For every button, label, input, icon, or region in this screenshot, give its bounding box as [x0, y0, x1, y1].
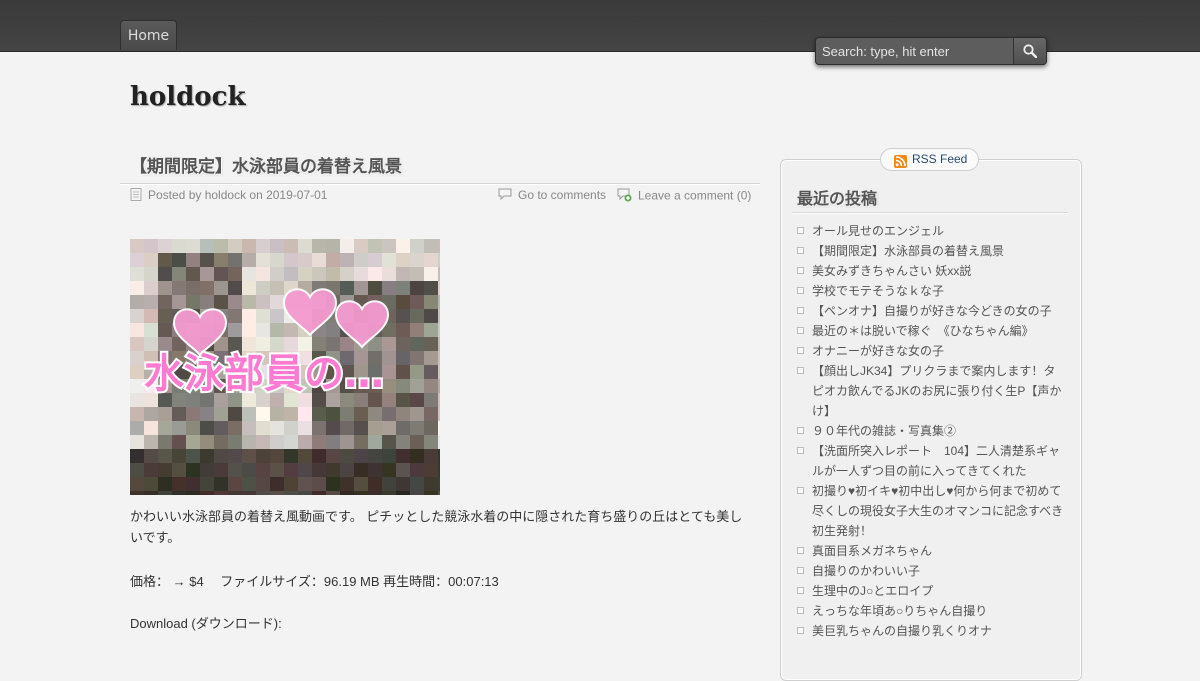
- post-meta-author: Posted by holdock on 2019-07-01: [130, 188, 327, 204]
- leave-comment-link[interactable]: Leave a comment (0): [617, 188, 751, 205]
- list-bullet-icon: [797, 227, 804, 234]
- list-bullet-icon: [797, 267, 804, 274]
- recent-post-link[interactable]: 【洗面所突入レポート 104】二人清楚系ギャルが一人ずつ目の前に入ってきてくれた: [812, 444, 1060, 478]
- recent-post-item[interactable]: オール見せのエンジェル: [797, 221, 1067, 241]
- rss-feed-label[interactable]: RSS Feed: [912, 149, 967, 170]
- site-title[interactable]: holdock: [130, 82, 246, 112]
- recent-post-link[interactable]: 美巨乳ちゃんの自撮り乳くりオナ: [812, 624, 992, 638]
- recent-post-link[interactable]: オナニーが好きな女の子: [812, 344, 944, 358]
- nav-home-tab[interactable]: Home: [120, 20, 177, 50]
- add-comment-icon: [617, 188, 632, 205]
- list-bullet-icon: [797, 487, 804, 494]
- recent-post-link[interactable]: 初撮り♥初イキ♥初中出し♥何から何まで初めて尽くしの現役女子大生のオマンコに記念…: [812, 484, 1063, 538]
- list-bullet-icon: [797, 567, 804, 574]
- recent-post-link[interactable]: 【期間限定】水泳部員の着替え風景: [812, 244, 1004, 258]
- recent-post-item[interactable]: ９０年代の雑誌・写真集②: [797, 421, 1067, 441]
- list-bullet-icon: [797, 447, 804, 454]
- recent-post-link[interactable]: オール見せのエンジェル: [812, 224, 944, 238]
- leave-comment-label[interactable]: Leave a comment (0): [638, 189, 751, 203]
- search-button[interactable]: [1013, 38, 1046, 64]
- recent-post-item[interactable]: 美女みずきちゃんさい 妖xx説: [797, 261, 1067, 281]
- recent-post-link[interactable]: 学校でモテそうなｋな子: [812, 284, 944, 298]
- thumbnail-caption: 水泳部員の…: [144, 351, 384, 397]
- recent-post-item[interactable]: 学校でモテそうなｋな子: [797, 281, 1067, 301]
- search-input[interactable]: [816, 38, 1014, 64]
- recent-post-link[interactable]: 最近の＊は脱いで稼ぐ 《ひなちゃん編》: [812, 324, 1034, 338]
- post-title[interactable]: 【期間限定】水泳部員の着替え風景: [130, 152, 402, 177]
- recent-post-item[interactable]: 生理中のJ○とエロイプ: [797, 581, 1067, 601]
- recent-post-link[interactable]: 自撮りのかわいい子: [812, 564, 920, 578]
- widget-divider: [792, 212, 1068, 214]
- list-bullet-icon: [797, 327, 804, 334]
- recent-post-link[interactable]: 生理中のJ○とエロイプ: [812, 584, 933, 598]
- rss-icon: [894, 154, 907, 175]
- recent-post-link[interactable]: 【ペンオナ】自撮りが好きな今どきの女の子: [812, 304, 1052, 318]
- recent-posts-title: 最近の投稿: [797, 189, 878, 208]
- recent-post-link[interactable]: ９０年代の雑誌・写真集②: [812, 424, 956, 438]
- list-bullet-icon: [797, 347, 804, 354]
- recent-post-link[interactable]: 真面目系メガネちゃん: [812, 544, 932, 558]
- recent-post-item[interactable]: オナニーが好きな女の子: [797, 341, 1067, 361]
- go-to-comments-link[interactable]: Go to comments: [498, 188, 606, 203]
- recent-post-item[interactable]: 美巨乳ちゃんの自撮り乳くりオナ: [797, 621, 1067, 641]
- list-bullet-icon: [797, 367, 804, 374]
- list-bullet-icon: [797, 607, 804, 614]
- recent-post-link[interactable]: 美女みずきちゃんさい 妖xx説: [812, 264, 971, 278]
- recent-post-item[interactable]: 最近の＊は脱いで稼ぐ 《ひなちゃん編》: [797, 321, 1067, 341]
- recent-post-link[interactable]: 【顔出しJK34】プリクラまで案内します！タピオカ飲んでるJKのお尻に張り付く生…: [812, 364, 1061, 418]
- rss-feed-button[interactable]: RSS Feed: [880, 148, 979, 171]
- recent-post-item[interactable]: 初撮り♥初イキ♥初中出し♥何から何まで初めて尽くしの現役女子大生のオマンコに記念…: [797, 481, 1067, 541]
- list-bullet-icon: [797, 627, 804, 634]
- recent-posts-list: オール見せのエンジェル【期間限定】水泳部員の着替え風景 美女みずきちゃんさい 妖x…: [797, 221, 1067, 641]
- post-divider: [120, 183, 760, 185]
- recent-post-item[interactable]: 真面目系メガネちゃん: [797, 541, 1067, 561]
- search-icon: [1023, 44, 1037, 58]
- list-bullet-icon: [797, 587, 804, 594]
- recent-post-link[interactable]: えっちな年頃あ○りちゃん自撮り: [812, 604, 987, 618]
- search-box: [815, 37, 1047, 65]
- comment-bubble-icon: [498, 188, 512, 203]
- document-icon: [130, 188, 142, 204]
- recent-post-item[interactable]: 自撮りのかわいい子: [797, 561, 1067, 581]
- post-price-line: 価格： → $4 ファイルサイズ：96.19 MB 再生時間：00:07:13: [130, 574, 499, 589]
- post-download-label: Download (ダウンロード):: [130, 616, 282, 631]
- recent-post-item[interactable]: 【顔出しJK34】プリクラまで案内します！タピオカ飲んでるJKのお尻に張り付く生…: [797, 361, 1067, 421]
- list-bullet-icon: [797, 287, 804, 294]
- list-bullet-icon: [797, 427, 804, 434]
- list-bullet-icon: [797, 247, 804, 254]
- recent-post-item[interactable]: 【洗面所突入レポート 104】二人清楚系ギャルが一人ずつ目の前に入ってきてくれた: [797, 441, 1067, 481]
- post-meta-text: Posted by holdock on 2019-07-01: [148, 188, 328, 203]
- post-thumbnail[interactable]: 水泳部員の…: [130, 239, 440, 495]
- go-to-comments-label[interactable]: Go to comments: [518, 188, 606, 202]
- list-bullet-icon: [797, 547, 804, 554]
- post-paragraph: かわいい水泳部員の着替え風動画です。 ピチッとした競泳水着の中に隠された育ち盛り…: [130, 509, 743, 545]
- recent-post-item[interactable]: えっちな年頃あ○りちゃん自撮り: [797, 601, 1067, 621]
- list-bullet-icon: [797, 307, 804, 314]
- recent-post-item[interactable]: 【ペンオナ】自撮りが好きな今どきの女の子: [797, 301, 1067, 321]
- recent-post-item[interactable]: 【期間限定】水泳部員の着替え風景: [797, 241, 1067, 261]
